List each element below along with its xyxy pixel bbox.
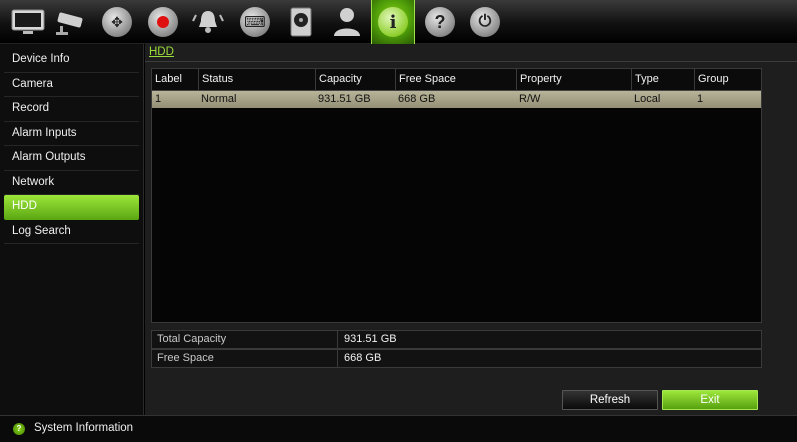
power-icon: ⏻	[470, 7, 500, 37]
alarm-button[interactable]	[186, 0, 230, 44]
ptz-button[interactable]: ✥	[95, 0, 139, 44]
table-row[interactable]: 1 Normal 931.51 GB 668 GB R/W Local 1	[152, 91, 761, 108]
help-icon: ?	[425, 7, 455, 37]
total-capacity-value: 931.51 GB	[344, 333, 397, 345]
sidebar-item-log-search[interactable]: Log Search	[4, 220, 139, 244]
camera-setup-button[interactable]	[50, 0, 94, 44]
keyboard-button[interactable]: ⌨	[233, 0, 277, 44]
refresh-button[interactable]: Refresh	[562, 390, 658, 410]
sidebar-item-device-info[interactable]: Device Info	[4, 48, 139, 73]
hdd-button[interactable]	[279, 0, 323, 44]
table-header: Label Status Capacity Free Space Propert…	[152, 69, 761, 91]
cell-property: R/W	[519, 93, 541, 105]
status-bar: ? System Information	[0, 415, 797, 442]
tab-hdd[interactable]: HDD	[147, 46, 176, 58]
main-panel: HDD Label Status Capacity Free Space Pro…	[145, 44, 797, 415]
camera-icon	[56, 12, 83, 35]
free-space-label: Free Space	[152, 350, 338, 367]
info-icon: i	[378, 7, 408, 37]
monitor-icon	[11, 9, 45, 34]
free-space-value: 668 GB	[344, 352, 382, 364]
tab-divider	[145, 61, 797, 62]
cell-group: 1	[697, 93, 704, 105]
cell-free-space: 668 GB	[398, 93, 436, 105]
cell-capacity: 931.51 GB	[318, 93, 371, 105]
live-view-button[interactable]	[6, 0, 50, 44]
record-icon	[148, 7, 178, 37]
power-button[interactable]: ⏻	[463, 0, 507, 44]
status-text: System Information	[34, 422, 134, 434]
system-info-button[interactable]: i	[371, 0, 415, 44]
sidebar-item-record[interactable]: Record	[4, 97, 139, 122]
help-icon: ?	[13, 423, 25, 435]
record-button[interactable]	[141, 0, 185, 44]
sidebar-item-alarm-inputs[interactable]: Alarm Inputs	[4, 122, 139, 146]
cell-status: Normal	[201, 93, 237, 105]
free-space-row: Free Space 668 GB	[151, 349, 762, 368]
sidebar-item-alarm-outputs[interactable]: Alarm Outputs	[4, 146, 139, 171]
ptz-icon: ✥	[102, 7, 132, 37]
cell-type: Local	[634, 93, 661, 105]
sidebar: Device Info Camera Record Alarm Inputs A…	[0, 44, 144, 415]
column-header-free-space: Free Space	[395, 69, 456, 91]
column-header-type: Type	[631, 69, 659, 91]
column-header-property: Property	[516, 69, 562, 91]
column-header-group: Group	[694, 69, 729, 91]
total-capacity-row: Total Capacity 931.51 GB	[151, 330, 762, 349]
top-toolbar: ✥ ⌨ i ? ⏻	[0, 0, 797, 44]
exit-button[interactable]: Exit	[662, 390, 758, 410]
hdd-icon	[290, 7, 312, 37]
sidebar-item-network[interactable]: Network	[4, 171, 139, 195]
column-header-label: Label	[155, 73, 182, 85]
hdd-table: Label Status Capacity Free Space Propert…	[151, 68, 762, 323]
column-header-capacity: Capacity	[315, 69, 362, 91]
total-capacity-label: Total Capacity	[152, 331, 338, 348]
column-header-status: Status	[198, 69, 233, 91]
keyboard-icon: ⌨	[240, 7, 270, 37]
user-icon	[334, 8, 360, 36]
help-button[interactable]: ?	[418, 0, 462, 44]
sidebar-item-hdd[interactable]: HDD	[4, 195, 139, 220]
cell-label: 1	[155, 93, 162, 105]
alarm-icon	[192, 11, 224, 33]
sidebar-item-camera[interactable]: Camera	[4, 73, 139, 97]
user-button[interactable]	[325, 0, 369, 44]
